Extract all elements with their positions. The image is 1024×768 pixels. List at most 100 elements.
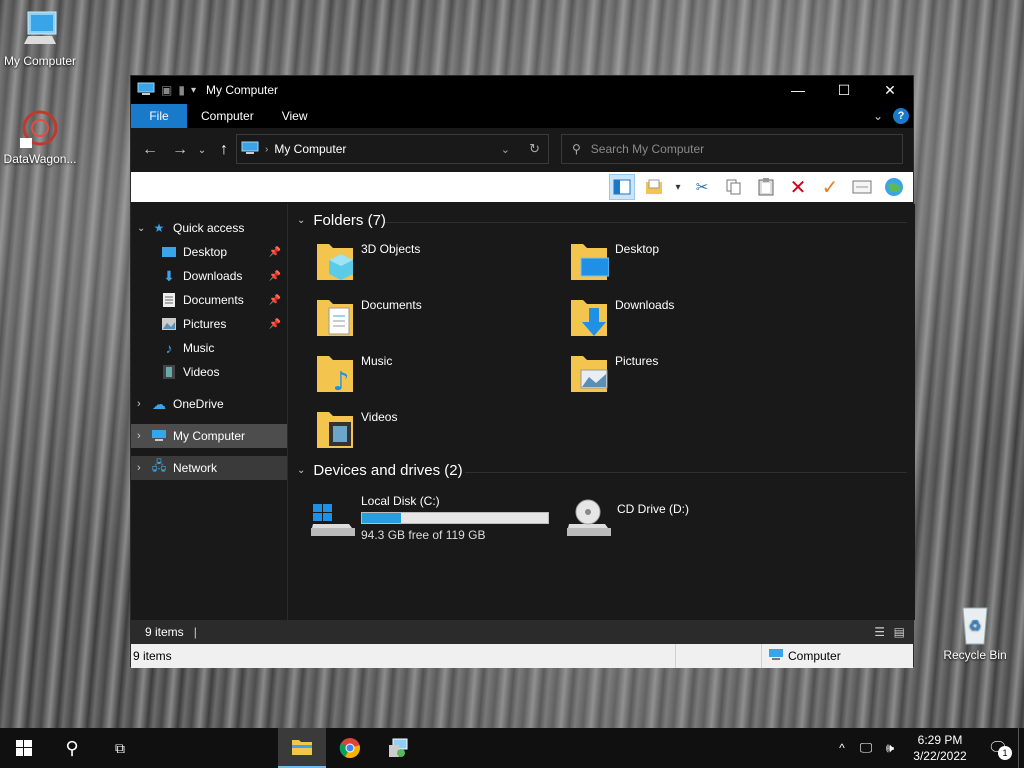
tab-computer[interactable]: Computer (187, 104, 268, 128)
sidebar-item-music[interactable]: ♪ Music (131, 336, 287, 360)
folder-documents[interactable]: Documents (315, 294, 555, 342)
pin-icon[interactable]: 📌 (269, 271, 281, 282)
copy-icon[interactable] (721, 174, 747, 200)
minimize-button[interactable]: — (775, 76, 821, 104)
sidebar-label: Pictures (183, 317, 227, 331)
desktop-icon-label: Recycle Bin (943, 648, 1007, 662)
sidebar-item-desktop[interactable]: Desktop 📌 (131, 240, 287, 264)
properties-icon[interactable]: ▣ (161, 83, 172, 97)
desktop-icon-datawagon[interactable]: DataWagon... (0, 106, 80, 166)
explorer-window: ▣ ▮ ▾ My Computer — ☐ ✕ File Computer Vi… (130, 75, 915, 668)
up-button[interactable]: ↑ (209, 141, 239, 159)
search-button[interactable]: ⚲ (48, 728, 96, 768)
start-button[interactable] (0, 728, 48, 768)
computer-icon (151, 428, 167, 444)
sidebar-item-downloads[interactable]: ⬇ Downloads 📌 (131, 264, 287, 288)
folder-desktop[interactable]: Desktop (569, 238, 809, 286)
show-hidden-icons-chevron-icon[interactable]: ^ (830, 741, 854, 755)
show-desktop-button[interactable] (1018, 728, 1024, 768)
system-tray: ^ 🖵 🕪 6:29 PM 3/22/2022 🗨 1 (830, 728, 1024, 768)
taskbar-file-explorer[interactable] (278, 728, 326, 768)
expand-ribbon-icon[interactable]: ⌄ (873, 109, 883, 123)
action-center-button[interactable]: 🗨 1 (978, 728, 1018, 768)
globe-icon[interactable] (881, 174, 907, 200)
title-bar[interactable]: ▣ ▮ ▾ My Computer — ☐ ✕ (131, 76, 913, 104)
notification-badge: 1 (998, 746, 1012, 760)
folder-name: Pictures (615, 354, 659, 368)
tab-view[interactable]: View (268, 104, 322, 128)
recent-locations-dropdown[interactable]: ⌄ (195, 145, 209, 156)
large-icons-view-icon[interactable]: ▤ (894, 625, 905, 639)
folder-videos[interactable]: Videos (315, 406, 555, 454)
sidebar-item-network[interactable]: › 🖧 Network (131, 456, 287, 480)
refresh-icon[interactable]: ↻ (529, 141, 540, 157)
chevron-right-icon[interactable]: › (137, 430, 151, 442)
pin-icon[interactable]: 📌 (269, 319, 281, 330)
status-bar: 9 items | ☰ ▤ (131, 620, 913, 644)
back-button[interactable]: ← (135, 141, 165, 159)
maximize-button[interactable]: ☐ (821, 76, 867, 104)
chevron-right-icon[interactable]: › (137, 462, 151, 474)
new-folder-icon[interactable]: ▮ (178, 83, 185, 97)
breadcrumb-separator-icon[interactable]: › (265, 144, 268, 155)
info-location: Computer (788, 649, 841, 663)
folder-name: Videos (361, 410, 398, 424)
folder-3d-objects[interactable]: 3D Objects (315, 238, 555, 286)
new-item-dropdown-icon[interactable]: ▾ (673, 174, 683, 200)
chevron-down-icon[interactable]: ⌄ (297, 215, 305, 226)
paste-icon[interactable] (753, 174, 779, 200)
sidebar-label: Network (173, 461, 218, 475)
ribbon-tabs: File Computer View ⌄ ? (131, 104, 913, 128)
search-input[interactable]: ⚲ Search My Computer (561, 134, 903, 164)
sidebar-item-pictures[interactable]: Pictures 📌 (131, 312, 287, 336)
address-bar[interactable]: › My Computer ⌄ ↻ (236, 134, 549, 164)
new-item-icon[interactable] (641, 174, 667, 200)
status-separator: | (193, 625, 197, 639)
drive-cd-d[interactable]: CD Drive (D:) (565, 494, 825, 542)
devices-group-header[interactable]: ⌄ Devices and drives (2) (297, 462, 463, 479)
task-view-button[interactable]: ⧉ (96, 728, 144, 768)
desktop-icon-recycle-bin[interactable]: ♻ Recycle Bin (935, 602, 1015, 662)
pin-icon[interactable]: 📌 (269, 295, 281, 306)
forward-button[interactable]: → (165, 141, 195, 159)
help-icon[interactable]: ? (893, 108, 909, 124)
taskbar-chrome[interactable] (326, 728, 374, 768)
windows-logo-icon (16, 740, 32, 756)
folder-music[interactable]: ♪ Music (315, 350, 555, 398)
clock[interactable]: 6:29 PM 3/22/2022 (902, 732, 978, 764)
chevron-right-icon[interactable]: › (137, 398, 151, 410)
properties-icon[interactable] (849, 174, 875, 200)
group-divider (465, 472, 907, 473)
document-icon (161, 292, 177, 308)
breadcrumb[interactable]: My Computer (274, 142, 346, 156)
chevron-down-icon[interactable]: ⌄ (137, 223, 151, 234)
delete-icon[interactable]: ✕ (785, 174, 811, 200)
folder-name: Desktop (615, 242, 660, 256)
volume-icon[interactable]: 🕪 (878, 740, 902, 756)
chevron-down-icon[interactable]: ⌄ (297, 465, 305, 476)
sidebar-item-onedrive[interactable]: › ☁ OneDrive (131, 392, 287, 416)
pin-icon[interactable]: 📌 (269, 247, 281, 258)
folder-downloads[interactable]: Downloads (569, 294, 809, 342)
customize-dropdown-icon[interactable]: ▾ (191, 85, 196, 96)
sidebar-item-videos[interactable]: Videos (131, 360, 287, 384)
address-dropdown-icon[interactable]: ⌄ (501, 143, 510, 156)
details-view-icon[interactable]: ☰ (874, 625, 885, 639)
folder-pictures[interactable]: Pictures (569, 350, 809, 398)
preview-pane-icon[interactable] (609, 174, 635, 200)
music-note-icon: ♪ (165, 340, 173, 356)
folder-name: Music (361, 354, 393, 368)
drive-local-disk-c[interactable]: Local Disk (C:) 94.3 GB free of 119 GB (309, 494, 569, 542)
rename-icon[interactable]: ✓ (817, 174, 843, 200)
sidebar-item-my-computer[interactable]: › My Computer (131, 424, 287, 448)
folders-group-header[interactable]: ⌄ Folders (7) (297, 212, 386, 229)
tab-file[interactable]: File (131, 104, 187, 128)
quick-access-toolbar: ▣ ▮ ▾ (131, 82, 196, 99)
desktop-icon-my-computer[interactable]: My Computer (0, 8, 80, 68)
sidebar-item-documents[interactable]: Documents 📌 (131, 288, 287, 312)
taskbar-network-app[interactable] (374, 728, 422, 768)
network-status-icon[interactable]: 🖵 (854, 740, 878, 756)
close-button[interactable]: ✕ (867, 76, 913, 104)
cut-icon[interactable]: ✂ (689, 174, 715, 200)
sidebar-item-quick-access[interactable]: ⌄ ★ Quick access (131, 216, 287, 240)
